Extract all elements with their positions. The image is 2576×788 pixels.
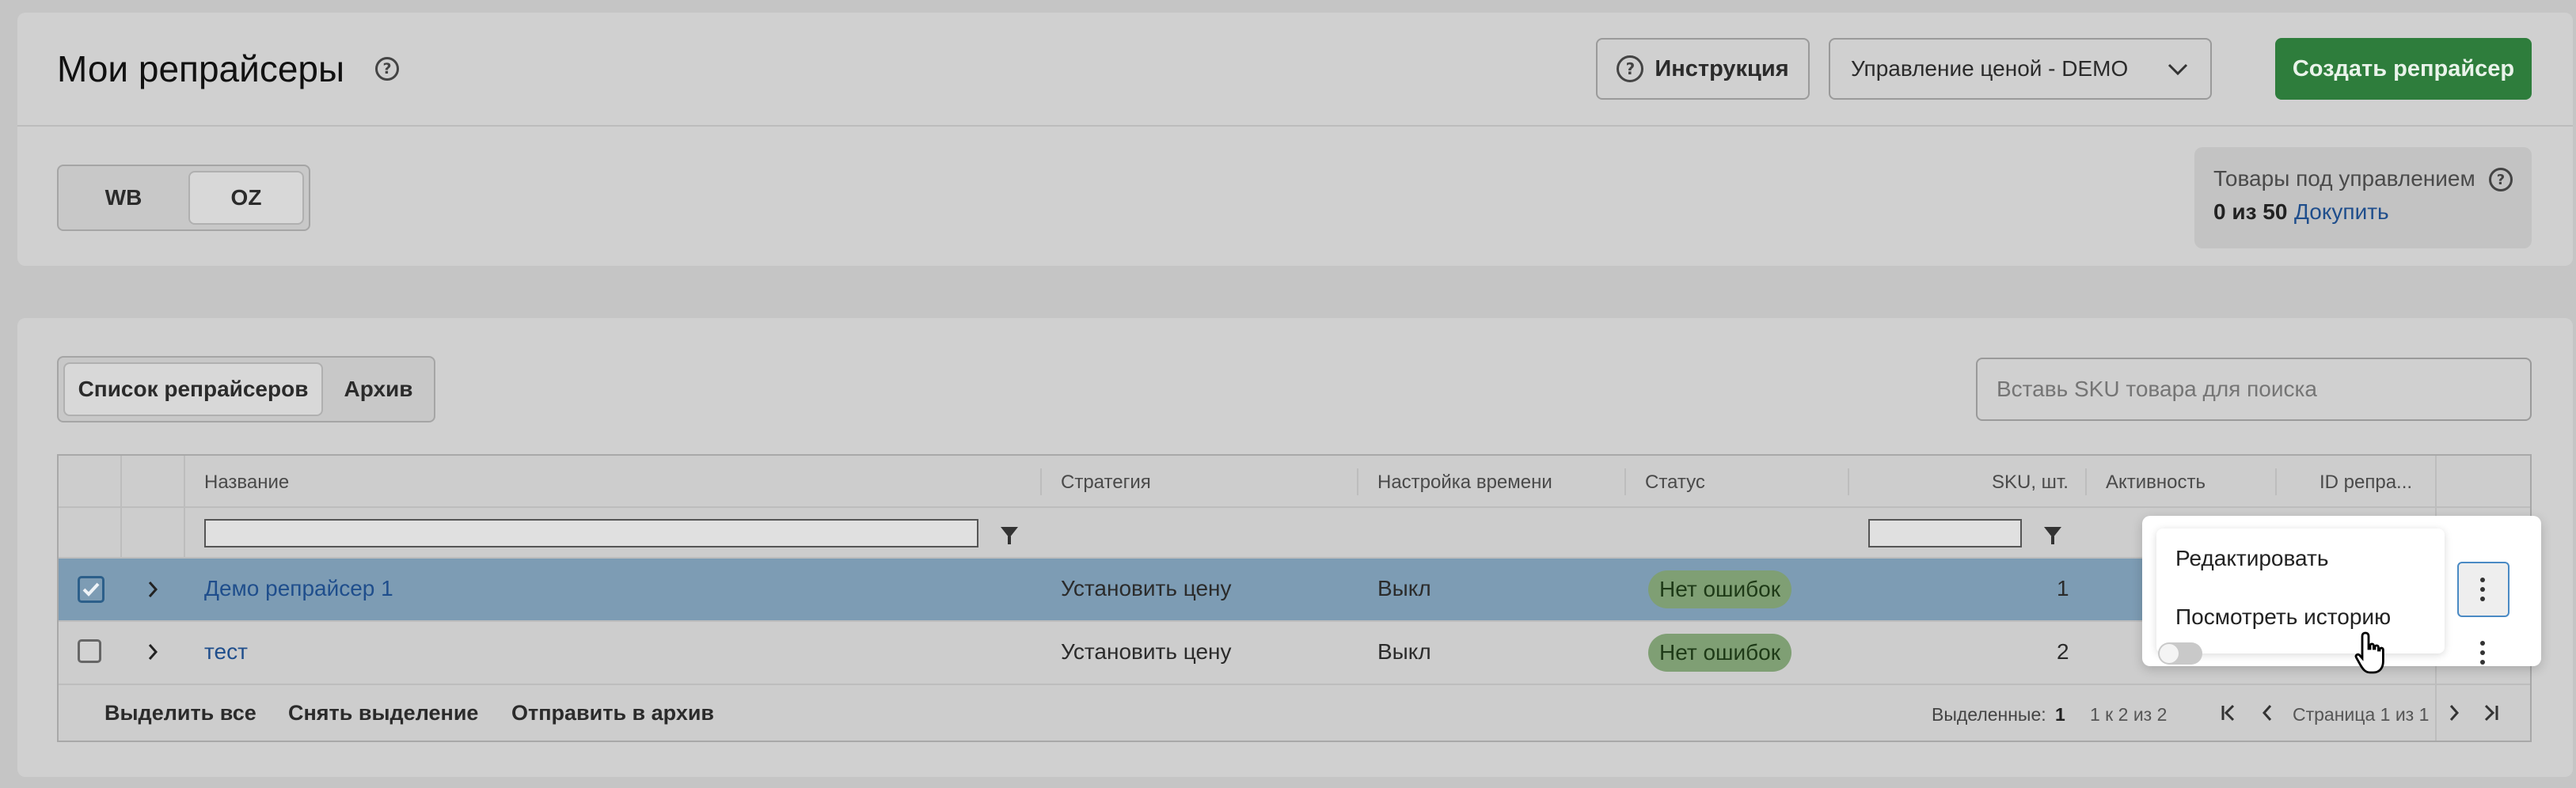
header-divider xyxy=(17,125,2573,127)
header-row-divider xyxy=(59,506,2530,508)
check-icon xyxy=(82,582,100,597)
expand-chevron-icon[interactable] xyxy=(147,581,158,598)
pagination-range: 1 к 2 из 2 xyxy=(2090,704,2168,725)
next-page-icon[interactable] xyxy=(2448,704,2460,722)
col-divider xyxy=(1357,468,1358,495)
row-name-link[interactable]: тест xyxy=(204,639,248,665)
select-all-button[interactable]: Выделить все xyxy=(104,701,256,725)
hand-cursor-icon xyxy=(2354,631,2384,674)
col-header-sku[interactable]: SKU, шт. xyxy=(1992,472,2069,494)
tab-wb-label: WB xyxy=(104,185,142,210)
tab-wb[interactable]: WB xyxy=(63,171,184,225)
menu-item-history[interactable]: Посмотреть историю xyxy=(2175,604,2391,630)
row-time: Выкл xyxy=(1377,576,1431,600)
col-divider xyxy=(2085,468,2087,495)
row-strategy: Установить цену xyxy=(1061,576,1232,600)
tab-repricer-list[interactable]: Список репрайсеров xyxy=(63,362,323,416)
col-header-id[interactable]: ID репра... xyxy=(2320,472,2412,494)
prev-page-icon[interactable] xyxy=(2261,704,2274,722)
quota-label: Товары под управлением xyxy=(2213,166,2475,191)
toggle-knob xyxy=(2160,644,2179,663)
col-header-time[interactable]: Настройка времени xyxy=(1377,472,1552,494)
quota-count: 0 из 50 xyxy=(2213,199,2288,224)
instruction-label: Инструкция xyxy=(1655,55,1789,81)
col-header-strategy[interactable]: Стратегия xyxy=(1061,472,1151,494)
name-filter-icon[interactable] xyxy=(1001,527,1018,544)
col-header-status[interactable]: Статус xyxy=(1645,472,1705,494)
instruction-button[interactable]: ? Инструкция xyxy=(1596,38,1810,100)
sku-filter-input[interactable] xyxy=(1868,519,2022,547)
menu-item-edit[interactable]: Редактировать xyxy=(2175,546,2328,571)
tab-archive-label: Архив xyxy=(344,377,413,401)
store-select-value: Управление ценой - DEMO xyxy=(1851,56,2129,81)
col-divider xyxy=(184,456,185,557)
row-sku: 1 xyxy=(2057,576,2069,600)
tab-oz-label: OZ xyxy=(230,185,262,210)
row-strategy: Установить цену xyxy=(1061,639,1232,664)
page-title: Мои репрайсеры xyxy=(57,48,345,89)
col-header-name[interactable]: Название xyxy=(204,472,289,494)
name-filter-input[interactable] xyxy=(204,519,978,547)
tab-repricer-list-label: Список репрайсеров xyxy=(78,377,309,401)
row-checkbox[interactable] xyxy=(78,639,101,663)
row-name-link[interactable]: Демо репрайсер 1 xyxy=(204,576,393,601)
selected-label: Выделенные: xyxy=(1932,704,2046,725)
col-divider xyxy=(1040,468,1042,495)
row-time: Выкл xyxy=(1377,639,1431,664)
row-sku: 2 xyxy=(2057,639,2069,664)
kebab-menu-icon xyxy=(2479,578,2486,601)
popup-kebab-icon[interactable] xyxy=(2479,641,2486,665)
last-page-icon[interactable] xyxy=(2483,704,2500,722)
quota-buy-link[interactable]: Докупить xyxy=(2294,199,2389,225)
quota-box xyxy=(2194,147,2532,248)
footer-divider xyxy=(59,684,2530,685)
deselect-button[interactable]: Снять выделение xyxy=(288,701,478,725)
sku-search-input[interactable] xyxy=(1976,358,2532,421)
first-page-icon[interactable] xyxy=(2220,704,2237,722)
col-divider xyxy=(2275,468,2277,495)
chevron-down-icon xyxy=(2168,63,2188,76)
row-checkbox-checked[interactable] xyxy=(78,576,104,603)
page-indicator: Страница 1 из 1 xyxy=(2293,704,2430,725)
tab-archive[interactable]: Архив xyxy=(328,362,429,416)
expand-chevron-icon[interactable] xyxy=(147,643,158,661)
tab-oz[interactable]: OZ xyxy=(188,171,304,225)
store-select[interactable]: Управление ценой - DEMO xyxy=(1829,38,2212,100)
status-badge: Нет ошибок xyxy=(1648,634,1792,672)
status-badge: Нет ошибок xyxy=(1648,570,1792,608)
col-divider xyxy=(1624,468,1626,495)
col-header-activity[interactable]: Активность xyxy=(2106,472,2206,494)
question-icon: ? xyxy=(1617,55,1644,82)
help-icon[interactable]: ? xyxy=(375,57,399,81)
create-label: Создать репрайсер xyxy=(2292,55,2515,81)
selected-count: 1 xyxy=(2055,704,2065,725)
archive-button[interactable]: Отправить в архив xyxy=(511,701,714,725)
sku-filter-icon[interactable] xyxy=(2044,527,2061,544)
quota-help-icon[interactable]: ? xyxy=(2489,168,2513,191)
create-repricer-button[interactable]: Создать репрайсер xyxy=(2275,38,2532,100)
col-divider xyxy=(1848,468,1849,495)
